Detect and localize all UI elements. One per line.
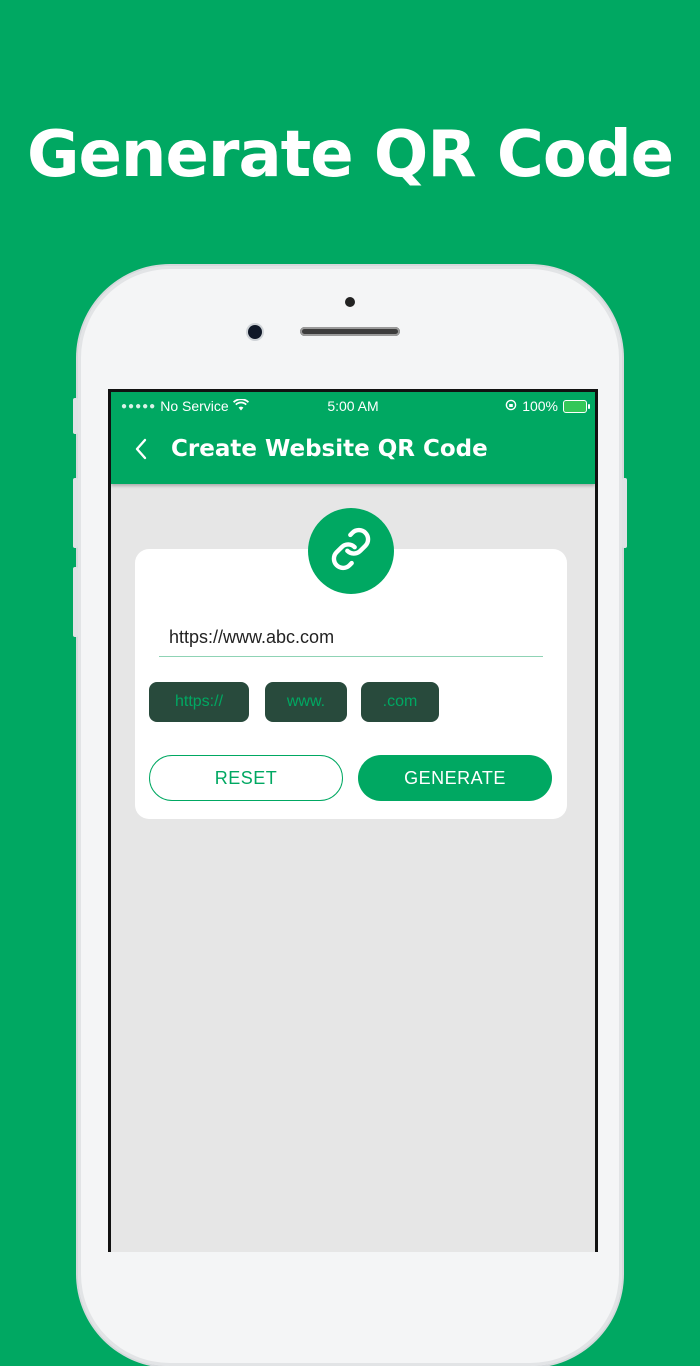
status-bar: ●●●●● No Service 5:00 AM 100% — [111, 398, 595, 418]
chip-dot-com[interactable]: .com — [361, 682, 439, 722]
link-badge — [308, 508, 394, 594]
phone-screen: ●●●●● No Service 5:00 AM 100% Create Web… — [108, 389, 598, 1252]
page-title: Create Website QR Code — [171, 436, 488, 462]
app-bar: ●●●●● No Service 5:00 AM 100% Create Web… — [111, 392, 595, 484]
promo-headline: Generate QR Code — [26, 118, 674, 192]
phone-power-button — [622, 478, 627, 548]
chip-https[interactable]: https:// — [149, 682, 249, 722]
url-input[interactable] — [159, 619, 543, 657]
chip-www[interactable]: www. — [265, 682, 347, 722]
phone-side-button — [73, 398, 78, 434]
phone-volume-up — [73, 478, 78, 548]
link-icon — [329, 527, 373, 576]
battery-icon — [563, 399, 590, 413]
phone-speaker — [300, 327, 400, 336]
phone-camera — [248, 325, 262, 339]
phone-volume-down — [73, 567, 78, 637]
chevron-left-icon[interactable] — [131, 436, 151, 462]
reset-button[interactable]: RESET — [149, 755, 343, 801]
battery-percent: 100% — [522, 398, 558, 414]
phone-sensor — [345, 297, 355, 307]
orientation-lock-icon — [505, 398, 517, 414]
generate-button[interactable]: GENERATE — [358, 755, 552, 801]
